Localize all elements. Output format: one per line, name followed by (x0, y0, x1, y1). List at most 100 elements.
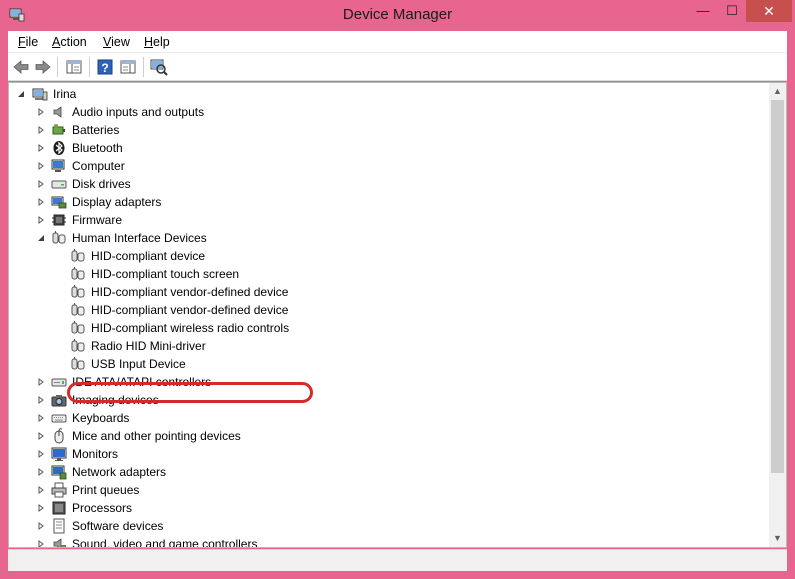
tree-category-label: Batteries (72, 123, 120, 137)
tree-device[interactable]: HID-compliant vendor-defined device (9, 283, 769, 301)
expand-arrow-icon[interactable] (37, 378, 45, 386)
tree-category-label: Processors (72, 501, 133, 515)
tree-category[interactable]: Batteries (9, 121, 769, 139)
expand-arrow-icon[interactable] (37, 180, 45, 188)
hid-device-icon (71, 321, 85, 334)
tree-category[interactable]: Human Interface Devices (9, 229, 769, 247)
device-tree[interactable]: Irina Audio inputs and outputs Batteries B… (8, 82, 787, 548)
title-bar[interactable]: Device Manager — ☐ ✕ (0, 0, 795, 31)
minimize-button[interactable]: — (688, 0, 718, 22)
collapse-arrow-icon[interactable] (17, 90, 25, 98)
tree-category-label: Monitors (72, 447, 119, 461)
tree-category[interactable]: Keyboards (9, 409, 769, 427)
tree-category[interactable]: Sound, video and game controllers (9, 535, 769, 548)
tree-category[interactable]: Audio inputs and outputs (9, 103, 769, 121)
hid-device-icon (71, 249, 85, 262)
tree-category-label: Human Interface Devices (72, 231, 207, 245)
expand-arrow-icon[interactable] (37, 432, 45, 440)
expand-arrow-icon[interactable] (37, 108, 45, 116)
printer-icon (51, 482, 67, 498)
tree-category[interactable]: Software devices (9, 517, 769, 535)
tree-device-label: Radio HID Mini-driver (91, 339, 206, 353)
collapse-arrow-icon[interactable] (37, 234, 45, 242)
expand-arrow-icon[interactable] (37, 414, 45, 422)
back-arrow-icon[interactable] (12, 58, 30, 76)
tree-category-label: Network adapters (72, 465, 167, 479)
forward-arrow-icon[interactable] (34, 58, 52, 76)
menu-view[interactable]: View (103, 35, 130, 49)
vertical-scrollbar[interactable]: ▲ ▼ (769, 83, 786, 547)
expand-arrow-icon[interactable] (37, 450, 45, 458)
scroll-down-arrow-icon[interactable]: ▼ (769, 530, 786, 547)
expand-arrow-icon[interactable] (37, 162, 45, 170)
tree-category[interactable]: Firmware (9, 211, 769, 229)
expand-arrow-icon[interactable] (37, 144, 45, 152)
speaker-icon (53, 106, 62, 118)
tree-category[interactable]: Print queues (9, 481, 769, 499)
tree-category[interactable]: Display adapters (9, 193, 769, 211)
tree-category[interactable]: Bluetooth (9, 139, 769, 157)
tree-category-label: Sound, video and game controllers (72, 537, 258, 548)
scan-hardware-changes-icon[interactable] (150, 58, 168, 76)
expand-arrow-icon[interactable] (37, 216, 45, 224)
ide-controller-icon (51, 378, 67, 387)
tree-category[interactable]: Mice and other pointing devices (9, 427, 769, 445)
computer-icon (51, 159, 65, 172)
hid-device-icon (71, 339, 85, 352)
tree-device[interactable]: Radio HID Mini-driver (9, 337, 769, 355)
battery-icon (52, 124, 65, 135)
tree-category-label: Software devices (72, 519, 164, 533)
tree-device[interactable]: HID-compliant touch screen (9, 265, 769, 283)
help-icon[interactable]: ? (96, 58, 114, 76)
tree-category[interactable]: Computer (9, 157, 769, 175)
tree-device-label: HID-compliant wireless radio controls (91, 321, 290, 335)
toolbar-separator (143, 57, 144, 77)
window-title: Device Manager (342, 6, 453, 23)
scroll-up-arrow-icon[interactable]: ▲ (769, 83, 786, 100)
tree-device-label: HID-compliant vendor-defined device (91, 303, 289, 317)
tree-device[interactable]: USB Input Device (9, 355, 769, 373)
software-device-icon (53, 518, 65, 534)
hid-device-icon (71, 285, 85, 298)
expand-arrow-icon[interactable] (37, 468, 45, 476)
status-bar (8, 549, 787, 571)
expand-arrow-icon[interactable] (37, 504, 45, 512)
monitor-icon (51, 447, 67, 461)
tree-category[interactable]: Monitors (9, 445, 769, 463)
tree-category[interactable]: Network adapters (9, 463, 769, 481)
expand-arrow-icon[interactable] (37, 540, 45, 548)
tree-category-label: Keyboards (72, 411, 130, 425)
tree-device[interactable]: HID-compliant device (9, 247, 769, 265)
tree-device-highlighted[interactable]: HID-compliant vendor-defined device (9, 301, 769, 319)
tree-device-label: HID-compliant device (91, 249, 206, 263)
tree-category[interactable]: Processors (9, 499, 769, 517)
menu-bar: File Action View Help (8, 31, 787, 53)
expand-arrow-icon[interactable] (37, 522, 45, 530)
firmware-icon (52, 214, 66, 226)
tree-root[interactable]: Irina (9, 85, 769, 103)
tree-category[interactable]: Disk drives (9, 175, 769, 193)
tree-root-label: Irina (53, 87, 77, 101)
tree-category-label: Firmware (72, 213, 122, 227)
tree-device-label: HID-compliant vendor-defined device (91, 285, 289, 299)
toolbar-separator (57, 57, 58, 77)
expand-arrow-icon[interactable] (37, 486, 45, 494)
computer-icon (32, 88, 48, 101)
expand-arrow-icon[interactable] (37, 198, 45, 206)
close-button[interactable]: ✕ (746, 0, 792, 22)
tree-category-label: Bluetooth (72, 141, 123, 155)
hid-icon (52, 231, 66, 244)
menu-action[interactable]: Action (52, 35, 87, 49)
expand-arrow-icon[interactable] (37, 396, 45, 404)
expand-arrow-icon[interactable] (37, 126, 45, 134)
menu-help[interactable]: Help (144, 35, 170, 49)
scrollbar-thumb[interactable] (771, 100, 784, 473)
camera-icon (51, 395, 67, 407)
tree-device[interactable]: HID-compliant wireless radio controls (9, 319, 769, 337)
menu-file[interactable]: File (18, 35, 38, 49)
properties-pane-icon[interactable] (119, 58, 137, 76)
tree-category-label: Mice and other pointing devices (72, 429, 241, 443)
maximize-button[interactable]: ☐ (718, 0, 746, 22)
tree-device-label: USB Input Device (91, 357, 186, 371)
show-hide-console-tree-icon[interactable] (65, 58, 83, 76)
